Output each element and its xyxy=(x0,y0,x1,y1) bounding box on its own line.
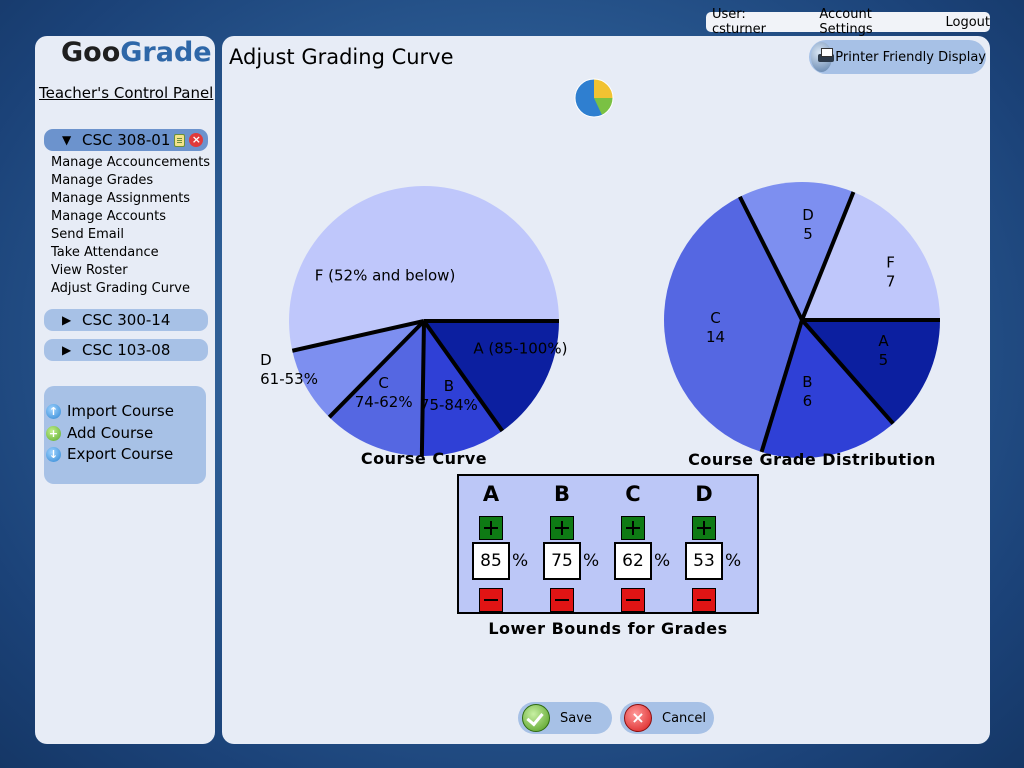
course-menu: Manage Accouncements Manage Grades Manag… xyxy=(51,154,210,298)
account-settings-link[interactable]: Account Settings xyxy=(819,7,921,37)
slice-label: A (85-100%) xyxy=(473,340,567,358)
slice-label: 14 xyxy=(706,328,725,346)
slice-label: 5 xyxy=(879,351,889,369)
percent-symbol: % xyxy=(583,551,600,571)
slice-label: C xyxy=(710,309,720,327)
panel-title: Teacher's Control Panel xyxy=(39,84,214,102)
add-course-label: Add Course xyxy=(67,424,154,442)
increase-a-button[interactable] xyxy=(479,516,503,540)
edit-course-icon[interactable] xyxy=(174,133,186,147)
slice-label: D xyxy=(260,351,272,369)
grade-d-column: D % xyxy=(685,476,745,612)
slice-label: B xyxy=(444,377,454,395)
logo: GooGrade xyxy=(61,37,212,68)
slice-label: 7 xyxy=(886,273,896,291)
increase-b-button[interactable] xyxy=(550,516,574,540)
download-icon: ↓ xyxy=(46,446,61,462)
grade-a-bound-input[interactable] xyxy=(472,542,510,580)
percent-symbol: % xyxy=(654,551,671,571)
menu-item-take-attendance[interactable]: Take Attendance xyxy=(51,244,210,262)
save-button[interactable]: Save xyxy=(518,702,612,734)
user-bar: User: csturner Account Settings Logout xyxy=(706,7,990,37)
menu-item-send-email[interactable]: Send Email xyxy=(51,226,210,244)
percent-symbol: % xyxy=(512,551,529,571)
course-curve-chart: A (85-100%) B75-84% C74-62% D61-53% F (52% a… xyxy=(260,185,567,457)
decrease-b-button[interactable] xyxy=(550,588,574,612)
pie-chart-icon xyxy=(574,78,614,118)
save-label: Save xyxy=(560,710,592,726)
slice-label: 74-62% xyxy=(355,393,413,411)
collapse-arrow-icon: ▼ xyxy=(62,133,72,147)
grade-a-column: A % xyxy=(472,476,532,612)
expand-arrow-icon: ▶ xyxy=(62,313,72,327)
increase-d-button[interactable] xyxy=(692,516,716,540)
slice-label: B xyxy=(802,373,812,391)
slice-label: C xyxy=(378,374,388,392)
course-label: CSC 300-14 xyxy=(82,311,171,329)
slice-label: D xyxy=(802,206,814,224)
logo-grade: Grade xyxy=(120,37,212,68)
slice-label: 5 xyxy=(803,225,813,243)
increase-c-button[interactable] xyxy=(621,516,645,540)
slice-label: F (52% and below) xyxy=(315,266,456,284)
grade-letter-a: A xyxy=(482,482,500,506)
expand-arrow-icon: ▶ xyxy=(62,343,72,357)
course-label: CSC 103-08 xyxy=(82,341,171,359)
slice-label: 75-84% xyxy=(420,396,478,414)
export-course-button[interactable]: ↓ Export Course xyxy=(46,444,173,464)
percent-symbol: % xyxy=(725,551,742,571)
import-course-button[interactable]: ↑ Import Course xyxy=(46,401,174,421)
menu-item-view-roster[interactable]: View Roster xyxy=(51,262,210,280)
cancel-label: Cancel xyxy=(662,710,707,726)
grade-c-bound-input[interactable] xyxy=(614,542,652,580)
menu-item-manage-accounts[interactable]: Manage Accounts xyxy=(51,208,210,226)
add-icon: + xyxy=(46,425,61,441)
charts-area: A (85-100%)B75-84%C74-62%D61-53%F (52% a… xyxy=(260,78,940,469)
logo-goo: Goo xyxy=(61,37,121,68)
grade-letter-c: C xyxy=(625,482,641,506)
course-item-csc-103-08[interactable]: ▶ CSC 103-08 xyxy=(44,339,208,361)
menu-item-manage-assignments[interactable]: Manage Assignments xyxy=(51,190,210,208)
course-curve-caption: Course Curve xyxy=(361,449,487,468)
current-user-label: User: csturner xyxy=(712,7,766,37)
decrease-c-button[interactable] xyxy=(621,588,645,612)
decrease-a-button[interactable] xyxy=(479,588,503,612)
checkmark-icon xyxy=(522,704,550,732)
grade-bounds-panel: A % B % C % D % xyxy=(457,474,759,614)
remove-course-icon[interactable]: × xyxy=(189,133,204,147)
import-course-label: Import Course xyxy=(67,402,174,420)
menu-item-manage-grades[interactable]: Manage Grades xyxy=(51,172,210,190)
menu-item-adjust-grading-curve[interactable]: Adjust Grading Curve xyxy=(51,280,210,298)
course-actions-box: ↑ Import Course + Add Course ↓ Export Co… xyxy=(44,386,206,484)
slice-divider xyxy=(419,320,426,457)
course-item-csc-300-14[interactable]: ▶ CSC 300-14 xyxy=(44,309,208,331)
slice-label: 6 xyxy=(803,392,813,410)
slice-label: F xyxy=(886,254,895,272)
cancel-button[interactable]: × Cancel xyxy=(620,702,714,734)
grade-distribution-chart: A5B6C14D5F7 xyxy=(664,181,940,458)
grade-c-column: C % xyxy=(614,476,674,612)
export-course-label: Export Course xyxy=(67,445,174,463)
slice-label: 61-53% xyxy=(260,370,318,388)
grade-distribution-caption: Course Grade Distribution xyxy=(688,450,936,469)
grade-letter-d: D xyxy=(695,482,713,506)
add-course-button[interactable]: + Add Course xyxy=(46,423,153,443)
logout-link[interactable]: Logout xyxy=(945,15,990,30)
grade-bounds-caption: Lower Bounds for Grades xyxy=(488,619,728,638)
slice-label: A xyxy=(878,332,889,350)
grade-d-bound-input[interactable] xyxy=(685,542,723,580)
main-panel: Adjust Grading Curve Printer Friendly Di… xyxy=(222,36,990,744)
close-icon: × xyxy=(624,704,652,732)
grade-b-column: B % xyxy=(543,476,603,612)
sidebar: GooGrade Teacher's Control Panel ▼ CSC 3… xyxy=(35,36,215,744)
course-item-csc-308-01[interactable]: ▼ CSC 308-01 × xyxy=(44,129,208,151)
course-label: CSC 308-01 xyxy=(82,131,171,149)
decrease-d-button[interactable] xyxy=(692,588,716,612)
grade-letter-b: B xyxy=(553,482,570,506)
grade-b-bound-input[interactable] xyxy=(543,542,581,580)
menu-item-manage-announcements[interactable]: Manage Accouncements xyxy=(51,154,210,172)
upload-icon: ↑ xyxy=(46,403,61,419)
